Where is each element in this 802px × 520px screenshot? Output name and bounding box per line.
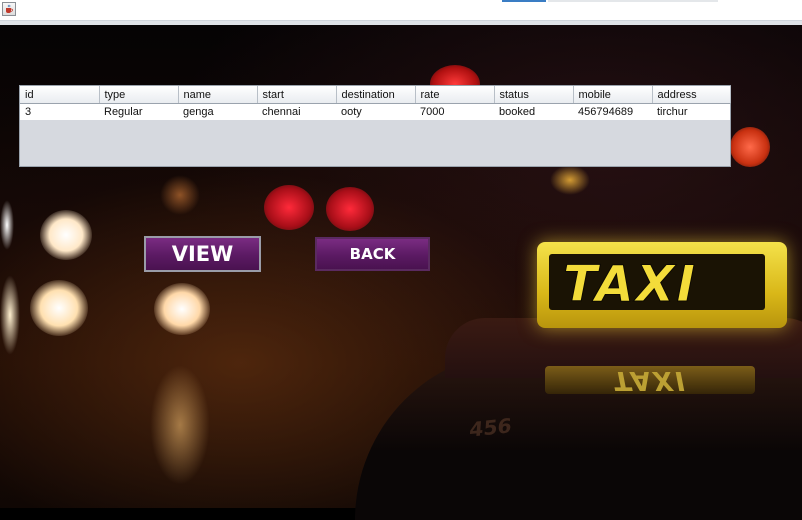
table-cell-mobile[interactable]: 456794689 <box>573 103 652 120</box>
table-cell-status[interactable]: booked <box>494 103 573 120</box>
bokeh-light <box>150 365 210 485</box>
bokeh-light <box>0 200 14 250</box>
column-header-destination[interactable]: destination <box>336 86 416 104</box>
view-button[interactable]: VIEW <box>144 236 261 272</box>
table-cell-id[interactable]: 3 <box>20 103 99 120</box>
bokeh-light <box>550 165 590 195</box>
column-header-id[interactable]: id <box>20 86 100 104</box>
bokeh-light <box>40 210 92 260</box>
taxi-roof-sign: TAXI <box>537 242 787 328</box>
taxi-sign-panel: TAXI <box>549 254 765 310</box>
table-cell-rate[interactable]: 7000 <box>415 103 494 120</box>
bokeh-light <box>264 185 314 230</box>
table-cell-name[interactable]: genga <box>178 103 257 120</box>
table-cell-destination[interactable]: ooty <box>336 103 415 120</box>
back-button[interactable]: BACK <box>315 237 430 271</box>
bokeh-light <box>160 175 200 215</box>
title-accent-bar-secondary <box>548 0 718 2</box>
window-title-bar <box>0 0 802 21</box>
bokeh-light <box>0 275 20 355</box>
bokeh-light <box>30 280 88 336</box>
column-header-rate[interactable]: rate <box>415 86 495 104</box>
column-header-type[interactable]: type <box>99 86 179 104</box>
table-cell-type[interactable]: Regular <box>99 103 178 120</box>
booking-table: id type name start destination rate stat… <box>20 86 731 120</box>
title-accent-bar <box>502 0 546 2</box>
column-header-name[interactable]: name <box>178 86 258 104</box>
bokeh-light <box>326 187 374 231</box>
table-cell-start[interactable]: chennai <box>257 103 336 120</box>
booking-table-panel[interactable]: id type name start destination rate stat… <box>19 85 731 167</box>
taxi-reflection-text: TAXI <box>613 366 687 394</box>
java-cup-icon[interactable] <box>2 2 16 16</box>
column-header-address[interactable]: address <box>652 86 731 104</box>
table-row[interactable]: 3 Regular genga chennai ooty 7000 booked… <box>20 103 730 120</box>
table-cell-address[interactable]: tirchur <box>652 103 730 120</box>
bokeh-light <box>730 127 770 167</box>
taxi-sign-reflection: TAXI <box>545 366 755 394</box>
bokeh-light <box>154 283 210 335</box>
column-header-status[interactable]: status <box>494 86 574 104</box>
column-header-start[interactable]: start <box>257 86 337 104</box>
column-header-mobile[interactable]: mobile <box>573 86 653 104</box>
table-header-row: id type name start destination rate stat… <box>20 86 731 104</box>
taxi-sign-text: TAXI <box>563 255 698 313</box>
